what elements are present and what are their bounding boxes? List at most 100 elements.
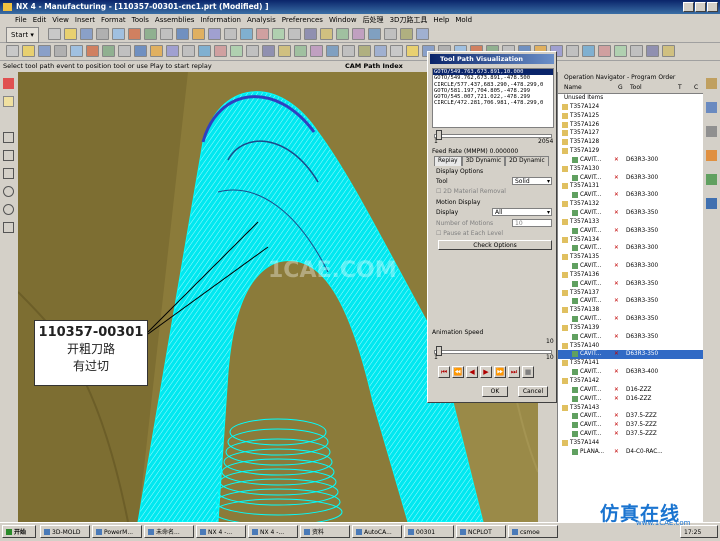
column-t[interactable]: T <box>678 83 682 93</box>
measure-icon[interactable] <box>320 28 333 40</box>
taskbar-item[interactable]: NCPLOT <box>456 525 506 538</box>
shaded-icon[interactable] <box>256 28 269 40</box>
pan-icon[interactable] <box>240 28 253 40</box>
column-tool[interactable]: Tool <box>630 83 642 93</box>
web-icon[interactable] <box>706 198 717 209</box>
menu-item[interactable]: Help <box>432 14 450 26</box>
verify-path-icon[interactable] <box>118 45 131 57</box>
taskbar-item[interactable]: NX 4 -... <box>196 525 246 538</box>
program-group-row[interactable]: T357A135 <box>558 253 704 262</box>
create-program-icon[interactable] <box>582 45 595 57</box>
tab-2d-dynamic[interactable]: 2D Dynamic <box>505 156 549 166</box>
material-removal-checkbox-label[interactable]: ☐ 2D Material Removal <box>436 188 506 195</box>
selection-icon[interactable] <box>374 45 387 57</box>
operation-row[interactable]: CAVIT... ✕ D63R3-400 <box>558 368 704 377</box>
replay-path-icon[interactable] <box>102 45 115 57</box>
fit-view-icon[interactable] <box>192 28 205 40</box>
program-group-row[interactable]: T357A126 <box>558 121 704 130</box>
program-group-row[interactable]: T357A134 <box>558 236 704 245</box>
program-group-row[interactable]: T357A131 <box>558 182 704 191</box>
menu-item[interactable]: Edit <box>32 14 48 26</box>
program-group-row[interactable]: T357A139 <box>558 324 704 333</box>
create-method-icon[interactable] <box>630 45 643 57</box>
program-group-row[interactable]: T357A137 <box>558 289 704 298</box>
operation-row[interactable]: CAVIT... ✕ D63R3-350 <box>558 280 704 289</box>
menu-item[interactable]: View <box>51 14 70 26</box>
navigator-icon[interactable] <box>3 96 14 107</box>
path-list-item[interactable]: CIRCLE/577.437,683.290,-478.299,0 <box>433 82 553 88</box>
close-button[interactable] <box>707 2 718 12</box>
program-group-row[interactable]: T357A128 <box>558 138 704 147</box>
start-menu-button[interactable]: 开始 <box>2 525 36 538</box>
column-path[interactable]: G <box>618 83 623 93</box>
snap-icon[interactable] <box>304 28 317 40</box>
program-group-row[interactable]: T357A133 <box>558 218 704 227</box>
ok-button[interactable]: OK <box>482 386 508 397</box>
paste-icon[interactable] <box>144 28 157 40</box>
create-program-icon[interactable] <box>390 45 403 57</box>
play-backward-button[interactable]: ◀ <box>466 366 478 378</box>
minimize-button[interactable] <box>683 2 694 12</box>
menu-item[interactable]: Insert <box>74 14 96 26</box>
pause-checkbox[interactable]: ☐ Pause at Each Level <box>436 230 503 237</box>
menu-item[interactable]: Tools <box>131 14 150 26</box>
new-file-icon[interactable] <box>336 28 349 40</box>
operation-row[interactable]: CAVIT... ✕ D37.5-ZZZ <box>558 430 704 439</box>
tab-3d-dynamic[interactable]: 3D Dynamic <box>461 156 506 166</box>
operation-row[interactable]: CAVIT... ✕ D63R3-350 <box>558 227 704 236</box>
program-group-row[interactable]: T357A140 <box>558 342 704 351</box>
column-c[interactable]: C <box>694 83 698 93</box>
shop-doc-icon[interactable] <box>150 45 163 57</box>
tool-display-select[interactable]: Solid ▾ <box>512 177 552 185</box>
menu-item[interactable]: Preferences <box>281 14 324 26</box>
new-file-icon[interactable] <box>48 28 61 40</box>
open-file-icon[interactable] <box>352 28 365 40</box>
library-icon[interactable] <box>706 150 717 161</box>
operation-row[interactable]: CAVIT... ✕ D63R3-300 <box>558 174 704 183</box>
history-icon[interactable] <box>706 102 717 113</box>
create-geometry-icon[interactable] <box>614 45 627 57</box>
menu-item[interactable]: File <box>14 14 28 26</box>
program-group-row[interactable]: T357A136 <box>558 271 704 280</box>
redo-icon[interactable] <box>176 28 189 40</box>
save-icon[interactable] <box>80 28 93 40</box>
cut-icon[interactable] <box>400 28 413 40</box>
check-options-button[interactable]: Check Options <box>438 240 552 250</box>
program-group-row[interactable]: T357A143 <box>558 404 704 413</box>
create-method-icon[interactable] <box>54 45 67 57</box>
generate-path-icon[interactable] <box>86 45 99 57</box>
start-button[interactable]: Start ▾ <box>6 27 39 43</box>
path-list[interactable]: GOTO/549.763,673.891,10.000 GOTO/549.762,… <box>432 68 554 128</box>
operation-row[interactable]: CAVIT... ✕ D63R3-300 <box>558 191 704 200</box>
menu-item[interactable]: Information <box>199 14 242 26</box>
assembly-icon[interactable] <box>706 78 717 89</box>
generate-path-icon[interactable] <box>662 45 675 57</box>
taskbar-item[interactable]: PowerM... <box>92 525 142 538</box>
operation-row[interactable]: CAVIT... ✕ D63R3-350 <box>558 297 704 306</box>
program-group-row[interactable]: T357A144 <box>558 439 704 448</box>
unused-items-row[interactable]: Unused Items <box>558 94 704 103</box>
create-geometry-icon[interactable] <box>38 45 51 57</box>
program-group-row[interactable]: T357A125 <box>558 112 704 121</box>
create-tool-icon[interactable] <box>406 45 419 57</box>
menu-item[interactable]: 后处理 <box>362 14 385 26</box>
path-list-item[interactable]: CIRCLE/472.281,706.981,-478.299,0 <box>433 100 553 106</box>
operation-row[interactable]: CAVIT... ✕ D63R3-350 <box>558 333 704 342</box>
create-program-icon[interactable] <box>6 45 19 57</box>
fast-forward-button[interactable]: ⏭ <box>508 366 520 378</box>
print-icon[interactable] <box>384 28 397 40</box>
tab-replay[interactable]: Replay <box>434 156 462 166</box>
spline-tool-icon[interactable] <box>3 168 14 179</box>
rewind-to-start-button[interactable]: ⏮ <box>438 366 450 378</box>
create-operation-icon[interactable] <box>70 45 83 57</box>
menu-item[interactable]: Assemblies <box>154 14 196 26</box>
operation-row[interactable]: CAVIT... ✕ D63R3-300 <box>558 262 704 271</box>
create-tool-icon[interactable] <box>214 45 227 57</box>
line-tool-icon[interactable] <box>3 132 14 143</box>
taskbar-item[interactable]: 未命名... <box>144 525 194 538</box>
selection-icon[interactable] <box>566 45 579 57</box>
circle-tool-icon[interactable] <box>3 186 14 197</box>
animation-speed-slider[interactable] <box>434 350 552 354</box>
postprocess-icon[interactable] <box>134 45 147 57</box>
taskbar-item[interactable]: NX 4 -... <box>248 525 298 538</box>
